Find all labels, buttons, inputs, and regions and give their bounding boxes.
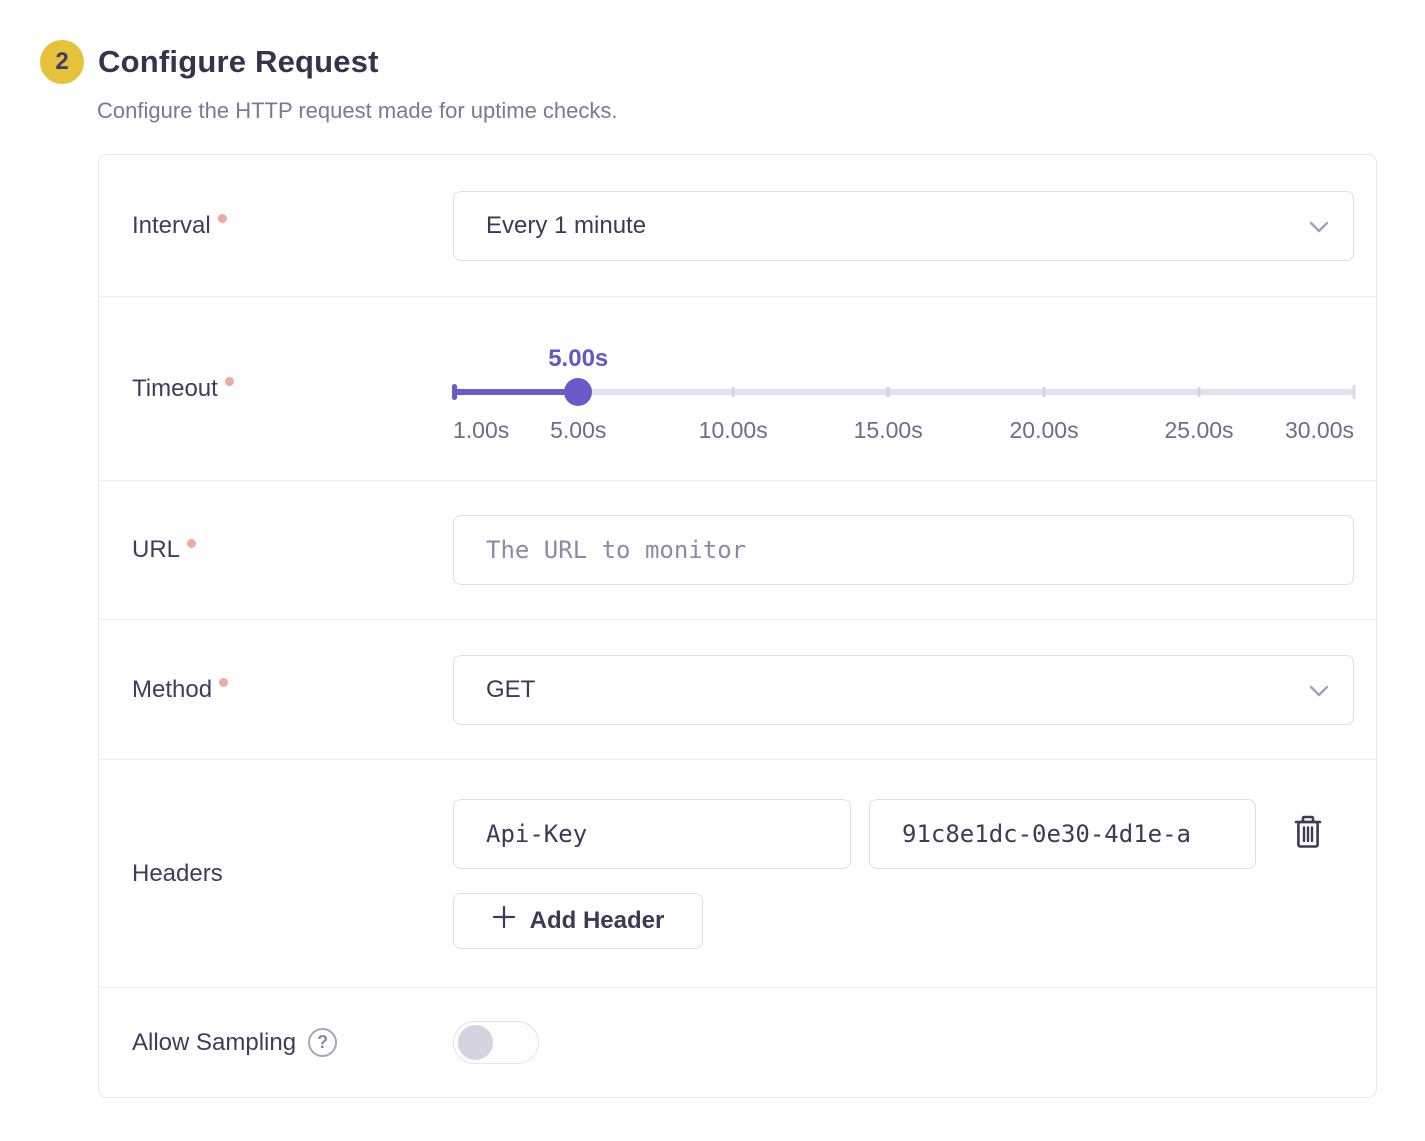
slider-tick-label: 15.00s (854, 417, 923, 444)
timeout-label: Timeout (132, 375, 218, 403)
help-icon[interactable]: ? (308, 1028, 337, 1057)
allow-sampling-row: Allow Sampling ? (99, 987, 1376, 1097)
header-value-input[interactable] (869, 799, 1256, 869)
slider-tick-mark (887, 387, 890, 397)
interval-selected-value: Every 1 minute (486, 212, 646, 240)
required-indicator (218, 214, 227, 223)
slider-value-label: 5.00s (548, 345, 608, 373)
allow-sampling-toggle[interactable] (453, 1021, 539, 1064)
plus-icon (492, 905, 516, 936)
url-input[interactable] (453, 515, 1354, 585)
configure-request-section: 2 Configure Request Configure the HTTP r… (0, 0, 1425, 1098)
headers-row: Headers (99, 759, 1376, 987)
slider-tick-label: 1.00s (453, 417, 509, 444)
slider-handle[interactable] (564, 378, 592, 406)
slider-tick-label: 5.00s (550, 417, 606, 444)
slider-tick-label: 25.00s (1164, 417, 1233, 444)
slider-tick-label: 30.00s (1285, 417, 1354, 444)
request-config-card: Interval Every 1 minute Timeout (98, 154, 1377, 1098)
step-number-badge: 2 (40, 40, 84, 84)
interval-label: Interval (132, 212, 211, 240)
method-select[interactable]: GET (453, 655, 1354, 725)
step-header: 2 Configure Request (40, 40, 1425, 84)
slider-tick-mark (1043, 387, 1046, 397)
slider-tick-labels: 1.00s 5.00s 10.00s 15.00s 20.00s 25.00s 30.00s (453, 413, 1354, 447)
required-indicator (219, 678, 228, 687)
timeout-row: Timeout 5.00s 1.00s5.00s10.00s15.00 (99, 296, 1376, 480)
add-header-button[interactable]: Add Header (453, 893, 703, 949)
slider-start-cap (452, 384, 457, 400)
allow-sampling-label: Allow Sampling (132, 1029, 296, 1057)
page-subtitle: Configure the HTTP request made for upti… (97, 98, 1425, 124)
required-indicator (225, 377, 234, 386)
slider-tick-label: 10.00s (699, 417, 768, 444)
method-row: Method GET (99, 619, 1376, 759)
interval-row: Interval Every 1 minute (99, 155, 1376, 296)
delete-header-button[interactable] (1286, 812, 1330, 856)
slider-fill (453, 389, 578, 395)
url-row: URL (99, 480, 1376, 619)
trash-icon (1293, 815, 1323, 852)
method-selected-value: GET (486, 676, 535, 704)
required-indicator (187, 539, 196, 548)
timeout-slider: 5.00s 1.00s 5.00s 10.00s 15.00s 20.00s 25.00s… (453, 331, 1354, 447)
slider-tick-mark (1198, 387, 1201, 397)
add-header-label: Add Header (530, 907, 665, 935)
header-key-input[interactable] (453, 799, 851, 869)
chevron-down-icon (1309, 212, 1329, 240)
url-label: URL (132, 536, 180, 564)
interval-select[interactable]: Every 1 minute (453, 191, 1354, 261)
slider-tick-mark (732, 387, 735, 397)
header-entry-row (453, 799, 1354, 869)
slider-tick-mark (1353, 385, 1356, 399)
slider-tick-label: 20.00s (1010, 417, 1079, 444)
toggle-knob (458, 1025, 493, 1060)
method-label: Method (132, 676, 212, 704)
chevron-down-icon (1309, 676, 1329, 704)
slider-track[interactable] (453, 377, 1354, 407)
headers-label: Headers (132, 860, 223, 888)
page-title: Configure Request (98, 44, 379, 80)
